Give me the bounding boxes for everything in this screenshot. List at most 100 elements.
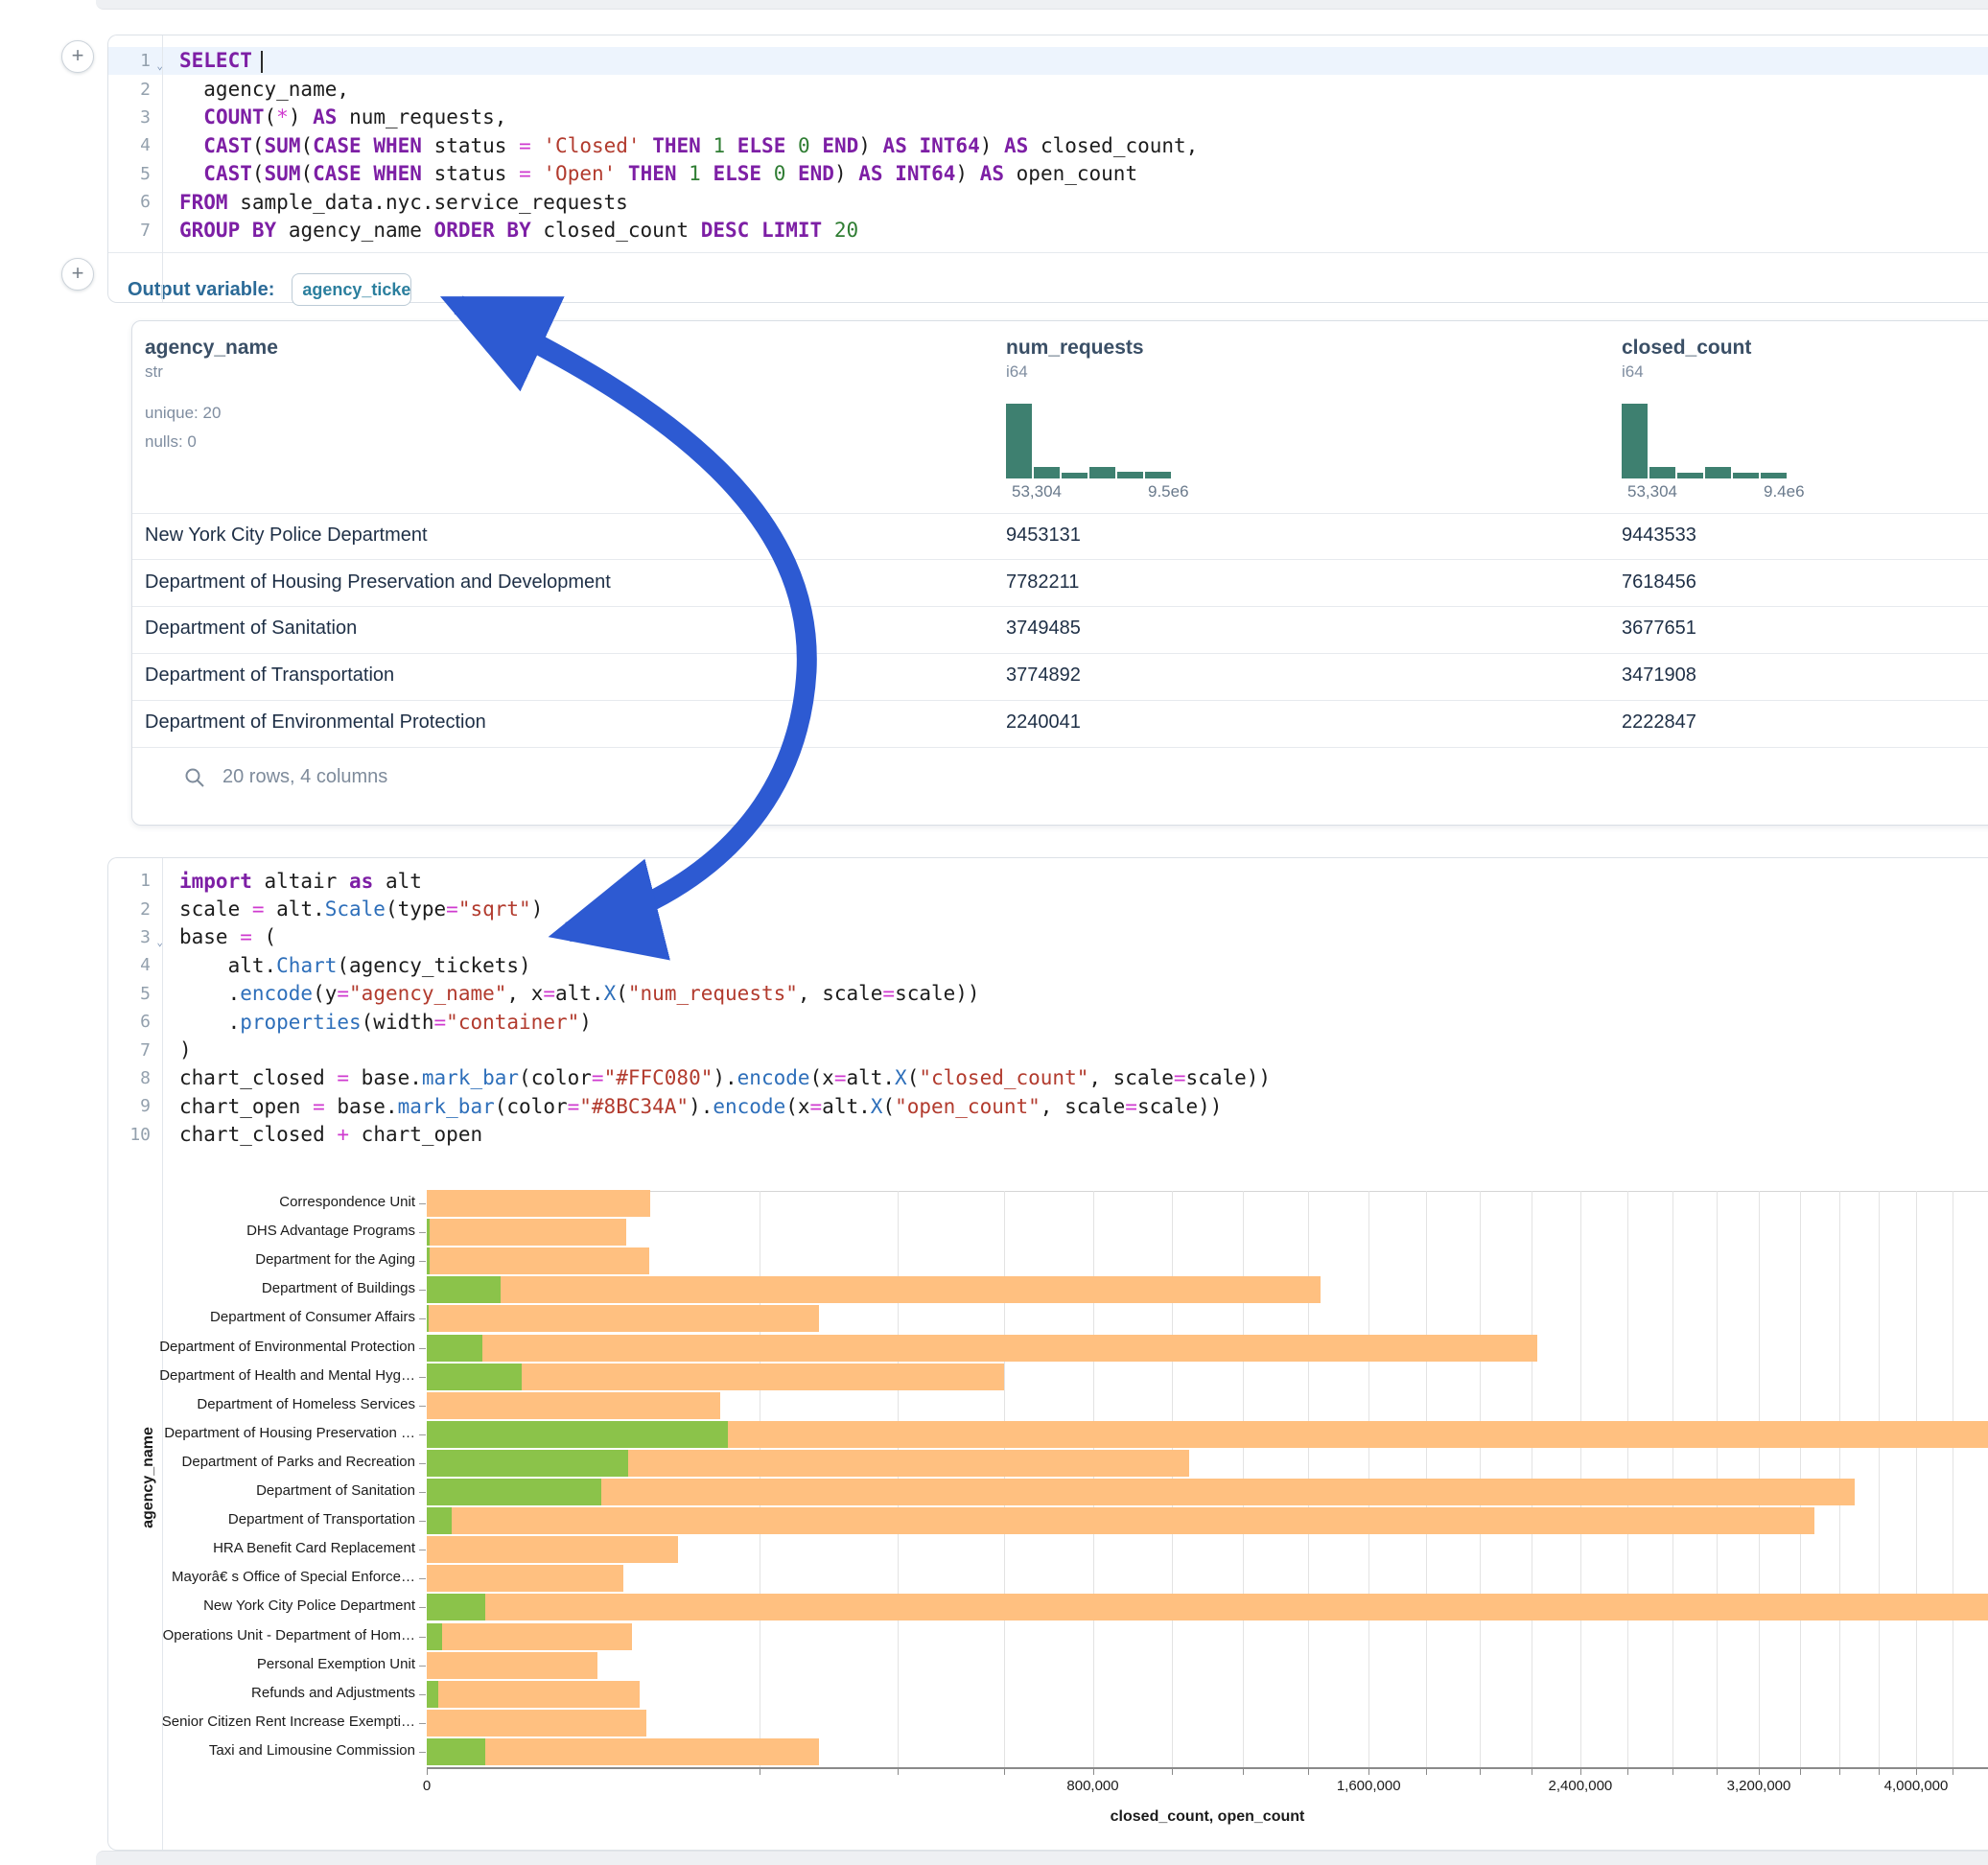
code-line[interactable]: 1import altair as alt xyxy=(108,867,1988,895)
line-number[interactable]: 5 xyxy=(108,984,162,1004)
code-line[interactable]: 8chart_closed = base.mark_bar(color="#FF… xyxy=(108,1064,1988,1092)
line-number[interactable]: 1⌄ xyxy=(108,51,162,71)
token-o: = xyxy=(810,1095,823,1118)
code-line[interactable]: 5 CAST(SUM(CASE WHEN status = 'Open' THE… xyxy=(108,160,1988,188)
token-f: encode xyxy=(737,1066,810,1089)
output-variable-pill[interactable]: agency_tickets xyxy=(292,273,411,306)
code-line[interactable]: 3 COUNT(*) AS num_requests, xyxy=(108,104,1988,131)
table-cell: 9453131 xyxy=(1006,525,1081,547)
token-k: ELSE xyxy=(737,134,786,157)
code-line[interactable]: 7) xyxy=(108,1036,1988,1063)
histogram-bar xyxy=(1006,404,1032,478)
line-number[interactable]: 6 xyxy=(108,192,162,212)
code-line[interactable]: 6FROM sample_data.nyc.service_requests xyxy=(108,188,1988,216)
token-f: Scale xyxy=(325,898,386,921)
histogram-bar xyxy=(1622,404,1648,478)
token-k: THEN xyxy=(652,134,701,157)
histogram-max-label: 9.5e6 xyxy=(1148,482,1189,501)
line-number[interactable]: 3 xyxy=(108,107,162,128)
line-number[interactable]: 2 xyxy=(108,899,162,920)
token-k: COUNT xyxy=(203,105,264,128)
token-k: END xyxy=(798,162,834,185)
code-text: CAST(SUM(CASE WHEN status = 'Closed' THE… xyxy=(162,134,1198,157)
line-number[interactable]: 8 xyxy=(108,1068,162,1088)
token-k: CASE xyxy=(313,162,362,185)
code-line[interactable]: 9chart_open = base.mark_bar(color="#8BC3… xyxy=(108,1092,1988,1120)
code-text: base = ( xyxy=(162,925,276,948)
token-p: scale)) xyxy=(895,982,980,1005)
histogram-min-label: 53,304 xyxy=(1627,482,1677,501)
token-k: THEN xyxy=(628,162,677,185)
table-cell: 3774892 xyxy=(1006,664,1081,687)
add-cell-button-top[interactable]: + xyxy=(61,40,94,73)
table-cell: 3471908 xyxy=(1622,664,1696,687)
column-header[interactable]: closed_count xyxy=(1622,337,1751,360)
code-line[interactable]: 2scale = alt.Scale(type="sqrt") xyxy=(108,895,1988,922)
code-line[interactable]: 4 alt.Chart(agency_tickets) xyxy=(108,951,1988,979)
code-line[interactable]: 4 CAST(SUM(CASE WHEN status = 'Closed' T… xyxy=(108,131,1988,159)
line-number[interactable]: 10 xyxy=(108,1125,162,1145)
row-separator xyxy=(132,513,1988,514)
token-p: ) xyxy=(980,134,1004,157)
sql-cell: 1⌄ SELECT 2 agency_name,3 COUNT(*) AS num_… xyxy=(107,35,1988,303)
token-k: WHEN xyxy=(373,134,422,157)
token-k: AS xyxy=(883,134,907,157)
token-p: (type xyxy=(386,898,446,921)
token-o: = xyxy=(337,1066,349,1089)
token-o: = xyxy=(240,925,252,948)
row-separator xyxy=(132,653,1988,654)
histogram-bar xyxy=(1117,472,1143,478)
code-line[interactable]: 7GROUP BY agency_name ORDER BY closed_co… xyxy=(108,216,1988,244)
sql-code-editor[interactable]: 1⌄ SELECT 2 agency_name,3 COUNT(*) AS num_… xyxy=(108,47,1988,245)
add-cell-button-middle[interactable]: + xyxy=(61,258,94,291)
code-line[interactable]: 2 agency_name, xyxy=(108,75,1988,103)
python-code-editor[interactable]: 1import altair as alt2scale = alt.Scale(… xyxy=(108,867,1988,1149)
table-cell: 9443533 xyxy=(1622,525,1696,547)
gutter-separator xyxy=(162,35,163,302)
line-number[interactable]: 4 xyxy=(108,135,162,155)
code-line[interactable]: 10chart_closed + chart_open xyxy=(108,1121,1988,1149)
code-text: .properties(width="container") xyxy=(162,1011,592,1034)
table-cell: 7782211 xyxy=(1006,571,1079,594)
line-number[interactable]: 6 xyxy=(108,1012,162,1032)
token-k: DESC xyxy=(701,219,750,242)
line-number[interactable]: 4 xyxy=(108,955,162,975)
line-number[interactable]: 7 xyxy=(108,1040,162,1061)
token-p xyxy=(725,134,737,157)
token-p: , scale xyxy=(798,982,883,1005)
token-p xyxy=(495,219,507,242)
column-header[interactable]: agency_name xyxy=(145,337,278,360)
line-number[interactable]: 2 xyxy=(108,80,162,100)
token-p: closed_count xyxy=(531,219,701,242)
token-k: SELECT xyxy=(179,49,252,72)
code-line[interactable]: 6 .properties(width="container") xyxy=(108,1008,1988,1036)
token-p: ( xyxy=(882,1095,895,1118)
line-number[interactable]: 3⌄ xyxy=(108,927,162,947)
token-k: ORDER xyxy=(434,219,495,242)
table-cell: 2240041 xyxy=(1006,711,1081,734)
token-p: , scale xyxy=(1041,1095,1126,1118)
token-o: = xyxy=(519,162,531,185)
code-line[interactable]: 1⌄ SELECT xyxy=(108,47,1988,75)
token-k: CAST xyxy=(203,162,252,185)
token-p: (y xyxy=(313,982,337,1005)
token-p: (agency_tickets) xyxy=(337,954,530,977)
token-o: + xyxy=(337,1123,349,1146)
column-stat: nulls: 0 xyxy=(145,432,197,452)
line-number[interactable]: 1 xyxy=(108,871,162,891)
line-number[interactable]: 9 xyxy=(108,1096,162,1116)
search-icon[interactable] xyxy=(184,767,205,788)
line-number[interactable]: 5 xyxy=(108,164,162,184)
token-p: alt. xyxy=(265,898,325,921)
token-k: FROM xyxy=(179,191,228,214)
token-p: scale)) xyxy=(1137,1095,1223,1118)
column-header[interactable]: num_requests xyxy=(1006,337,1144,360)
line-number[interactable]: 7 xyxy=(108,221,162,241)
token-s: 'Open' xyxy=(543,162,616,185)
code-line[interactable]: 3⌄base = ( xyxy=(108,923,1988,951)
token-p: alt. xyxy=(846,1066,895,1089)
token-f: properties xyxy=(240,1011,361,1034)
code-line[interactable]: 5 .encode(y="agency_name", x=alt.X("num_… xyxy=(108,980,1988,1008)
code-text: import altair as alt xyxy=(162,870,422,893)
token-p: ) xyxy=(531,898,544,921)
